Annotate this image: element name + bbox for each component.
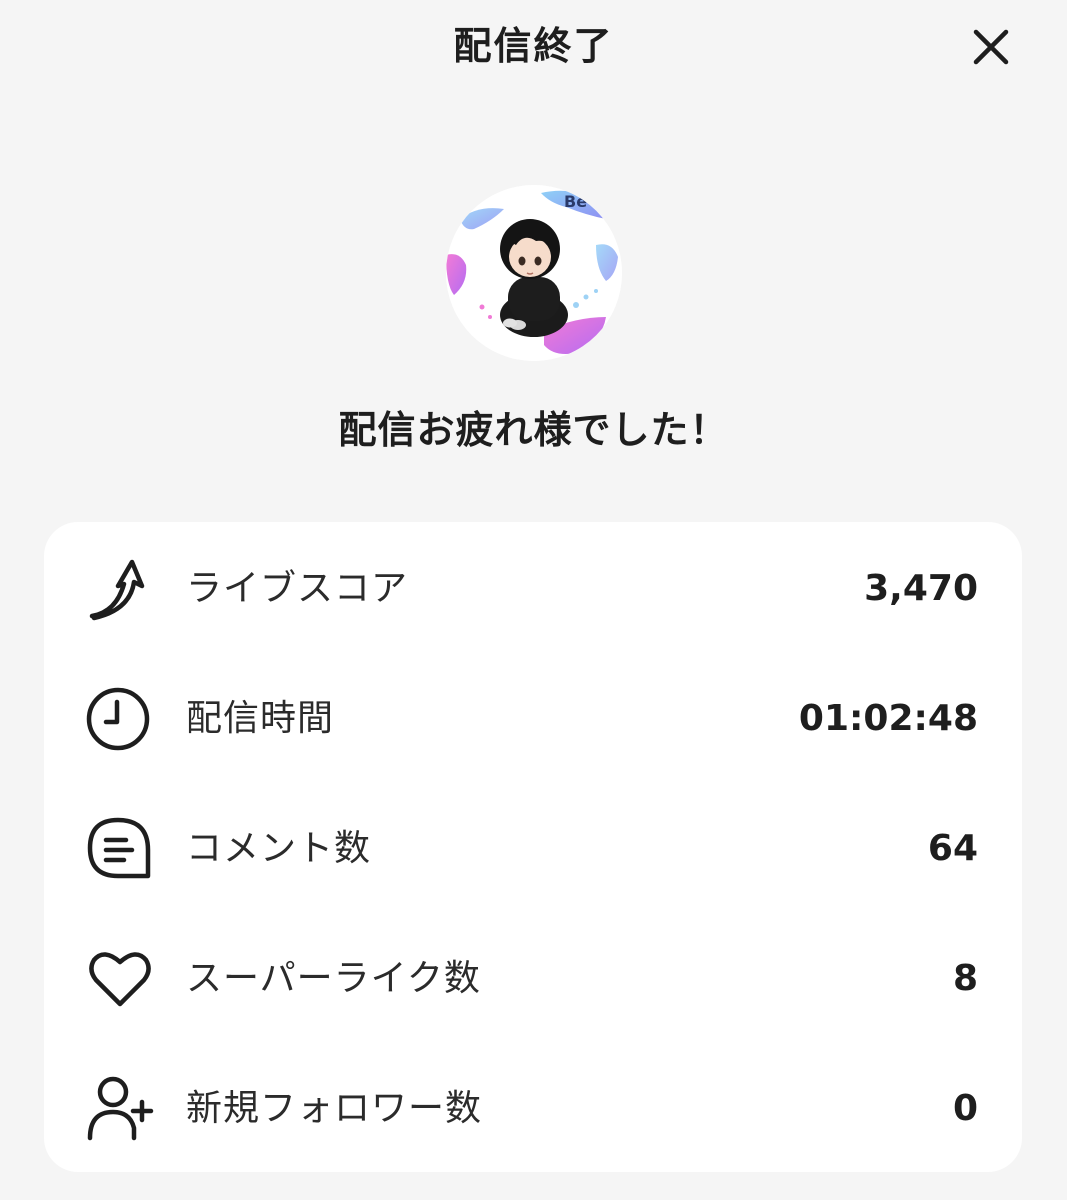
close-icon [973,29,1009,65]
heart-icon [86,944,156,1014]
stat-label: 新規フォロワー数 [186,1088,483,1129]
stat-label: 配信時間 [186,698,335,739]
header-bar: 配信終了 [0,0,1067,96]
page-title: 配信終了 [453,24,614,68]
stat-value: 64 [927,828,978,869]
score-arrow-icon [86,554,156,624]
stat-value: 8 [952,958,978,999]
stat-row-stream-time: 配信時間 01:02:48 [44,664,1022,774]
greeting-message: 配信お疲れ様でした！ [338,408,729,452]
close-button[interactable] [966,22,1016,72]
stat-value: 0 [952,1088,978,1129]
stat-row-live-score: ライブスコア 3,470 [44,534,1022,644]
clock-icon [86,684,156,754]
stat-row-super-likes: スーパーライク数 8 [44,924,1022,1034]
stat-value: 01:02:48 [798,698,978,739]
avatar-illustration: Be [446,185,622,361]
add-user-icon [86,1074,156,1144]
stat-label: スーパーライク数 [186,958,481,999]
comment-icon [86,814,156,884]
stat-row-comments: コメント数 64 [44,794,1022,904]
stat-label: コメント数 [186,828,372,869]
stats-card: ライブスコア 3,470 配信時間 01:02:48 コメント数 64 スーパー… [44,522,1022,1172]
svg-text:Be: Be [564,192,587,211]
avatar: Be [446,185,622,361]
stat-label: ライブスコア [186,568,409,609]
stat-row-new-followers: 新規フォロワー数 0 [44,1054,1022,1164]
stat-value: 3,470 [864,568,978,609]
